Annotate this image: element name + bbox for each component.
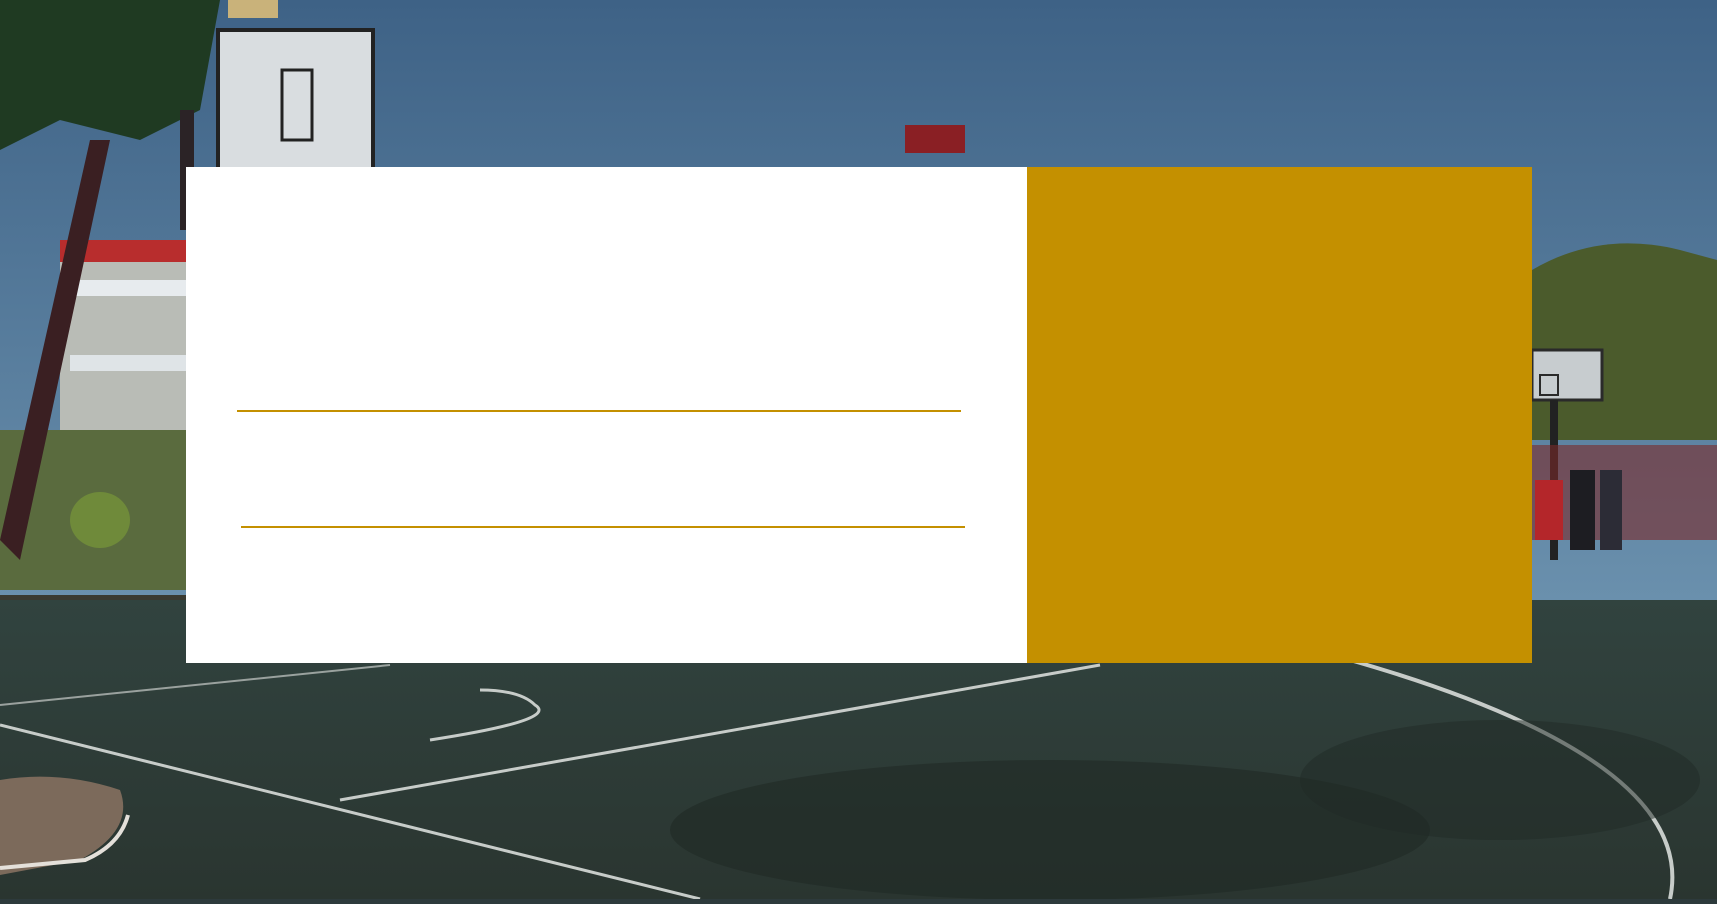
divider-top [237,410,961,412]
divider-bottom [241,526,965,528]
content-panel [186,167,1027,663]
accent-panel [1027,167,1532,663]
